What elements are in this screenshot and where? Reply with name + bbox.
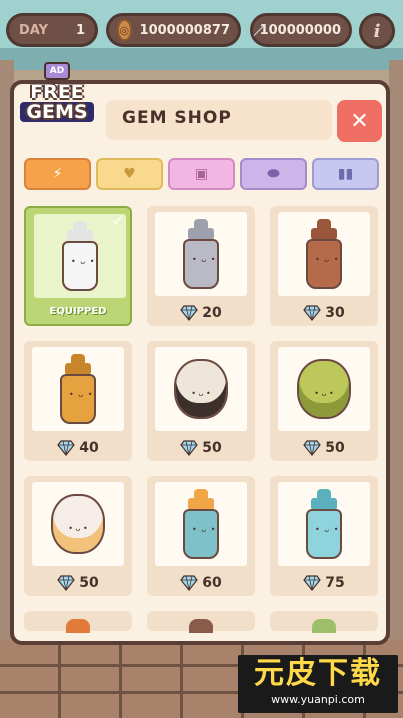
free-gems-line1: FREE — [30, 81, 84, 103]
bar-chart-icon: ▮▮ — [337, 166, 354, 182]
tab-pill[interactable]: ⬬ — [240, 158, 307, 190]
shaker-image: • ᴗ • — [59, 221, 101, 291]
item-price: 20 — [147, 305, 255, 321]
watermark-title: 元皮下载 — [254, 656, 382, 691]
price-value: 50 — [325, 440, 345, 456]
gem-icon — [180, 575, 199, 591]
shop-item-card-partial[interactable] — [270, 611, 378, 633]
gem-icon — [303, 305, 322, 321]
item-price: 50 — [24, 575, 132, 591]
shop-title: GEM SHOP — [122, 108, 232, 128]
free-gems-button[interactable]: AD FREE GEMS — [20, 62, 94, 134]
checkmark-icon: ✔ — [111, 212, 124, 230]
gem-icon — [57, 440, 76, 456]
shop-item-card[interactable]: • ᴗ • 50 — [147, 341, 255, 461]
item-preview: • ᴗ • — [32, 347, 124, 431]
ad-badge: AD — [44, 62, 70, 80]
shop-item-card[interactable]: • ᴗ • 40 — [24, 341, 132, 461]
shaker-image: • ᴗ • — [180, 219, 222, 289]
item-preview: • ᴗ • — [155, 347, 247, 431]
coin-counter: ◎ 1000000877 — [106, 13, 241, 47]
shop-item-card[interactable]: • ᴗ • 50 — [270, 341, 378, 461]
price-value: 40 — [79, 440, 99, 456]
site-watermark: 元皮下载 www.yuanpi.com — [238, 655, 398, 713]
item-price: 75 — [270, 575, 378, 591]
character-cup-image: • ᴗ • — [51, 494, 105, 554]
day-counter: DAY 1 — [6, 13, 98, 47]
gem-value: 100000000 — [259, 22, 341, 38]
price-value: 50 — [202, 440, 222, 456]
gem-icon — [303, 575, 322, 591]
price-value: 20 — [202, 305, 222, 321]
free-gems-line2: GEMS — [20, 102, 94, 122]
item-price: 30 — [270, 305, 378, 321]
item-grid: • ᴗ • ✔ EQUIPPED • ᴗ • 20 • ᴗ • 30 • ᴗ • 40 • ᴗ •… — [24, 206, 378, 633]
item-preview: • ᴗ • — [155, 482, 247, 566]
close-button[interactable]: ✕ — [337, 100, 382, 142]
item-preview: • ᴗ • — [32, 482, 124, 566]
right-wall-decoration — [389, 60, 403, 640]
price-value: 75 — [325, 575, 345, 591]
tab-cup[interactable]: ♥ — [96, 158, 163, 190]
shaker-image: • ᴗ • — [303, 219, 345, 289]
lightning-icon: ⚡ — [52, 166, 63, 182]
shaker-image: • ᴗ • — [303, 489, 345, 559]
price-value: 60 — [202, 575, 222, 591]
tab-lightning[interactable]: ⚡ — [24, 158, 91, 190]
gem-icon — [180, 440, 199, 456]
shop-item-card[interactable]: • ᴗ • 50 — [24, 476, 132, 596]
category-tabs: ⚡ ♥ ▣ ⬬ ▮▮ — [24, 158, 379, 190]
character-cup-image: • ᴗ • — [174, 359, 228, 419]
item-preview: • ᴗ • — [278, 347, 370, 431]
shaker-image: • ᴗ • — [180, 489, 222, 559]
item-preview — [312, 619, 336, 633]
shop-item-card[interactable]: • ᴗ • 20 — [147, 206, 255, 326]
item-preview — [189, 619, 213, 633]
item-preview: • ᴗ • — [278, 482, 370, 566]
tab-bar-chart[interactable]: ▮▮ — [312, 158, 379, 190]
shop-item-card[interactable]: • ᴗ • ✔ EQUIPPED — [24, 206, 132, 326]
day-value: 1 — [75, 22, 85, 38]
item-price: 50 — [270, 440, 378, 456]
shop-item-card[interactable]: • ᴗ • 60 — [147, 476, 255, 596]
price-value: 30 — [325, 305, 345, 321]
shop-item-card[interactable]: • ᴗ • 30 — [270, 206, 378, 326]
day-label: DAY — [19, 22, 49, 38]
item-preview — [66, 619, 90, 633]
tab-wallet[interactable]: ▣ — [168, 158, 235, 190]
gem-icon — [180, 305, 199, 321]
gem-counter: 100000000 — [250, 13, 352, 47]
character-cup-image: • ᴗ • — [297, 359, 351, 419]
watermark-url: www.yuanpi.com — [271, 693, 365, 706]
price-value: 50 — [79, 575, 99, 591]
item-price: 40 — [24, 440, 132, 456]
item-preview: • ᴗ • — [155, 212, 247, 296]
cup-icon: ♥ — [123, 166, 136, 182]
pill-icon: ⬬ — [267, 166, 280, 182]
wallet-icon: ▣ — [194, 166, 209, 182]
item-preview: • ᴗ • — [278, 212, 370, 296]
gem-icon — [57, 575, 76, 591]
item-price: 60 — [147, 575, 255, 591]
free-gems-label: FREE GEMS — [20, 82, 94, 122]
item-price: 50 — [147, 440, 255, 456]
shop-item-card[interactable]: • ᴗ • 75 — [270, 476, 378, 596]
gem-shop-panel: GEM SHOP ✕ ⚡ ♥ ▣ ⬬ ▮▮ • ᴗ • ✔ EQUIPPED • ᴗ • 20 •… — [10, 80, 390, 645]
gem-icon — [303, 440, 322, 456]
shop-item-card-partial[interactable] — [147, 611, 255, 633]
coin-value: 1000000877 — [139, 22, 230, 38]
shaker-image: • ᴗ • — [57, 354, 99, 424]
info-button[interactable]: i — [359, 13, 395, 49]
shop-item-card-partial[interactable] — [24, 611, 132, 633]
coin-icon: ◎ — [117, 19, 132, 41]
equipped-label: EQUIPPED — [49, 306, 107, 317]
